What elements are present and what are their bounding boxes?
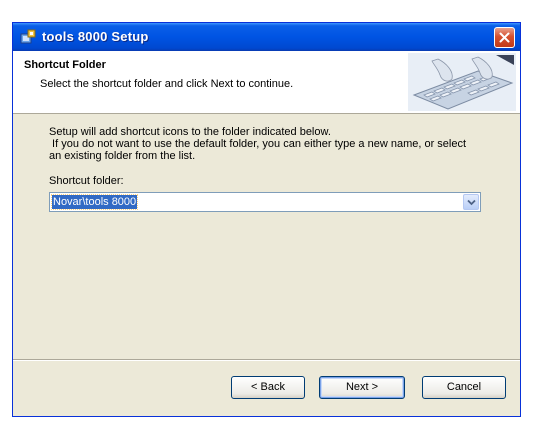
close-button[interactable]: [494, 27, 515, 48]
shortcut-folder-value[interactable]: Novar\tools 8000: [50, 194, 139, 210]
setup-icon: [20, 29, 36, 45]
chevron-down-icon: [467, 199, 476, 206]
title-bar[interactable]: tools 8000 Setup: [13, 23, 520, 51]
description: Setup will add shortcut icons to the fol…: [49, 126, 489, 162]
back-button[interactable]: < Back: [231, 376, 305, 399]
divider: [13, 359, 520, 361]
wizard-header: Shortcut Folder Select the shortcut fold…: [13, 51, 520, 114]
description-line: an existing folder from the list.: [49, 150, 196, 162]
keyboard-image: [408, 53, 516, 111]
next-button[interactable]: Next >: [319, 376, 405, 399]
setup-window: tools 8000 Setup Shortcut Folder Select …: [12, 22, 521, 417]
page-subtitle: Select the shortcut folder and click Nex…: [40, 78, 294, 90]
dropdown-button[interactable]: [463, 194, 479, 210]
close-icon: [499, 32, 510, 43]
page-title: Shortcut Folder: [24, 59, 106, 71]
cancel-button[interactable]: Cancel: [422, 376, 506, 399]
window-title: tools 8000 Setup: [42, 29, 149, 44]
description-line: If you do not want to use the default fo…: [49, 138, 467, 150]
wizard-content: Setup will add shortcut icons to the fol…: [13, 114, 520, 358]
shortcut-folder-label: Shortcut folder:: [49, 175, 124, 187]
shortcut-folder-combobox[interactable]: Novar\tools 8000: [49, 192, 481, 212]
description-line: Setup will add shortcut icons to the fol…: [49, 126, 331, 138]
